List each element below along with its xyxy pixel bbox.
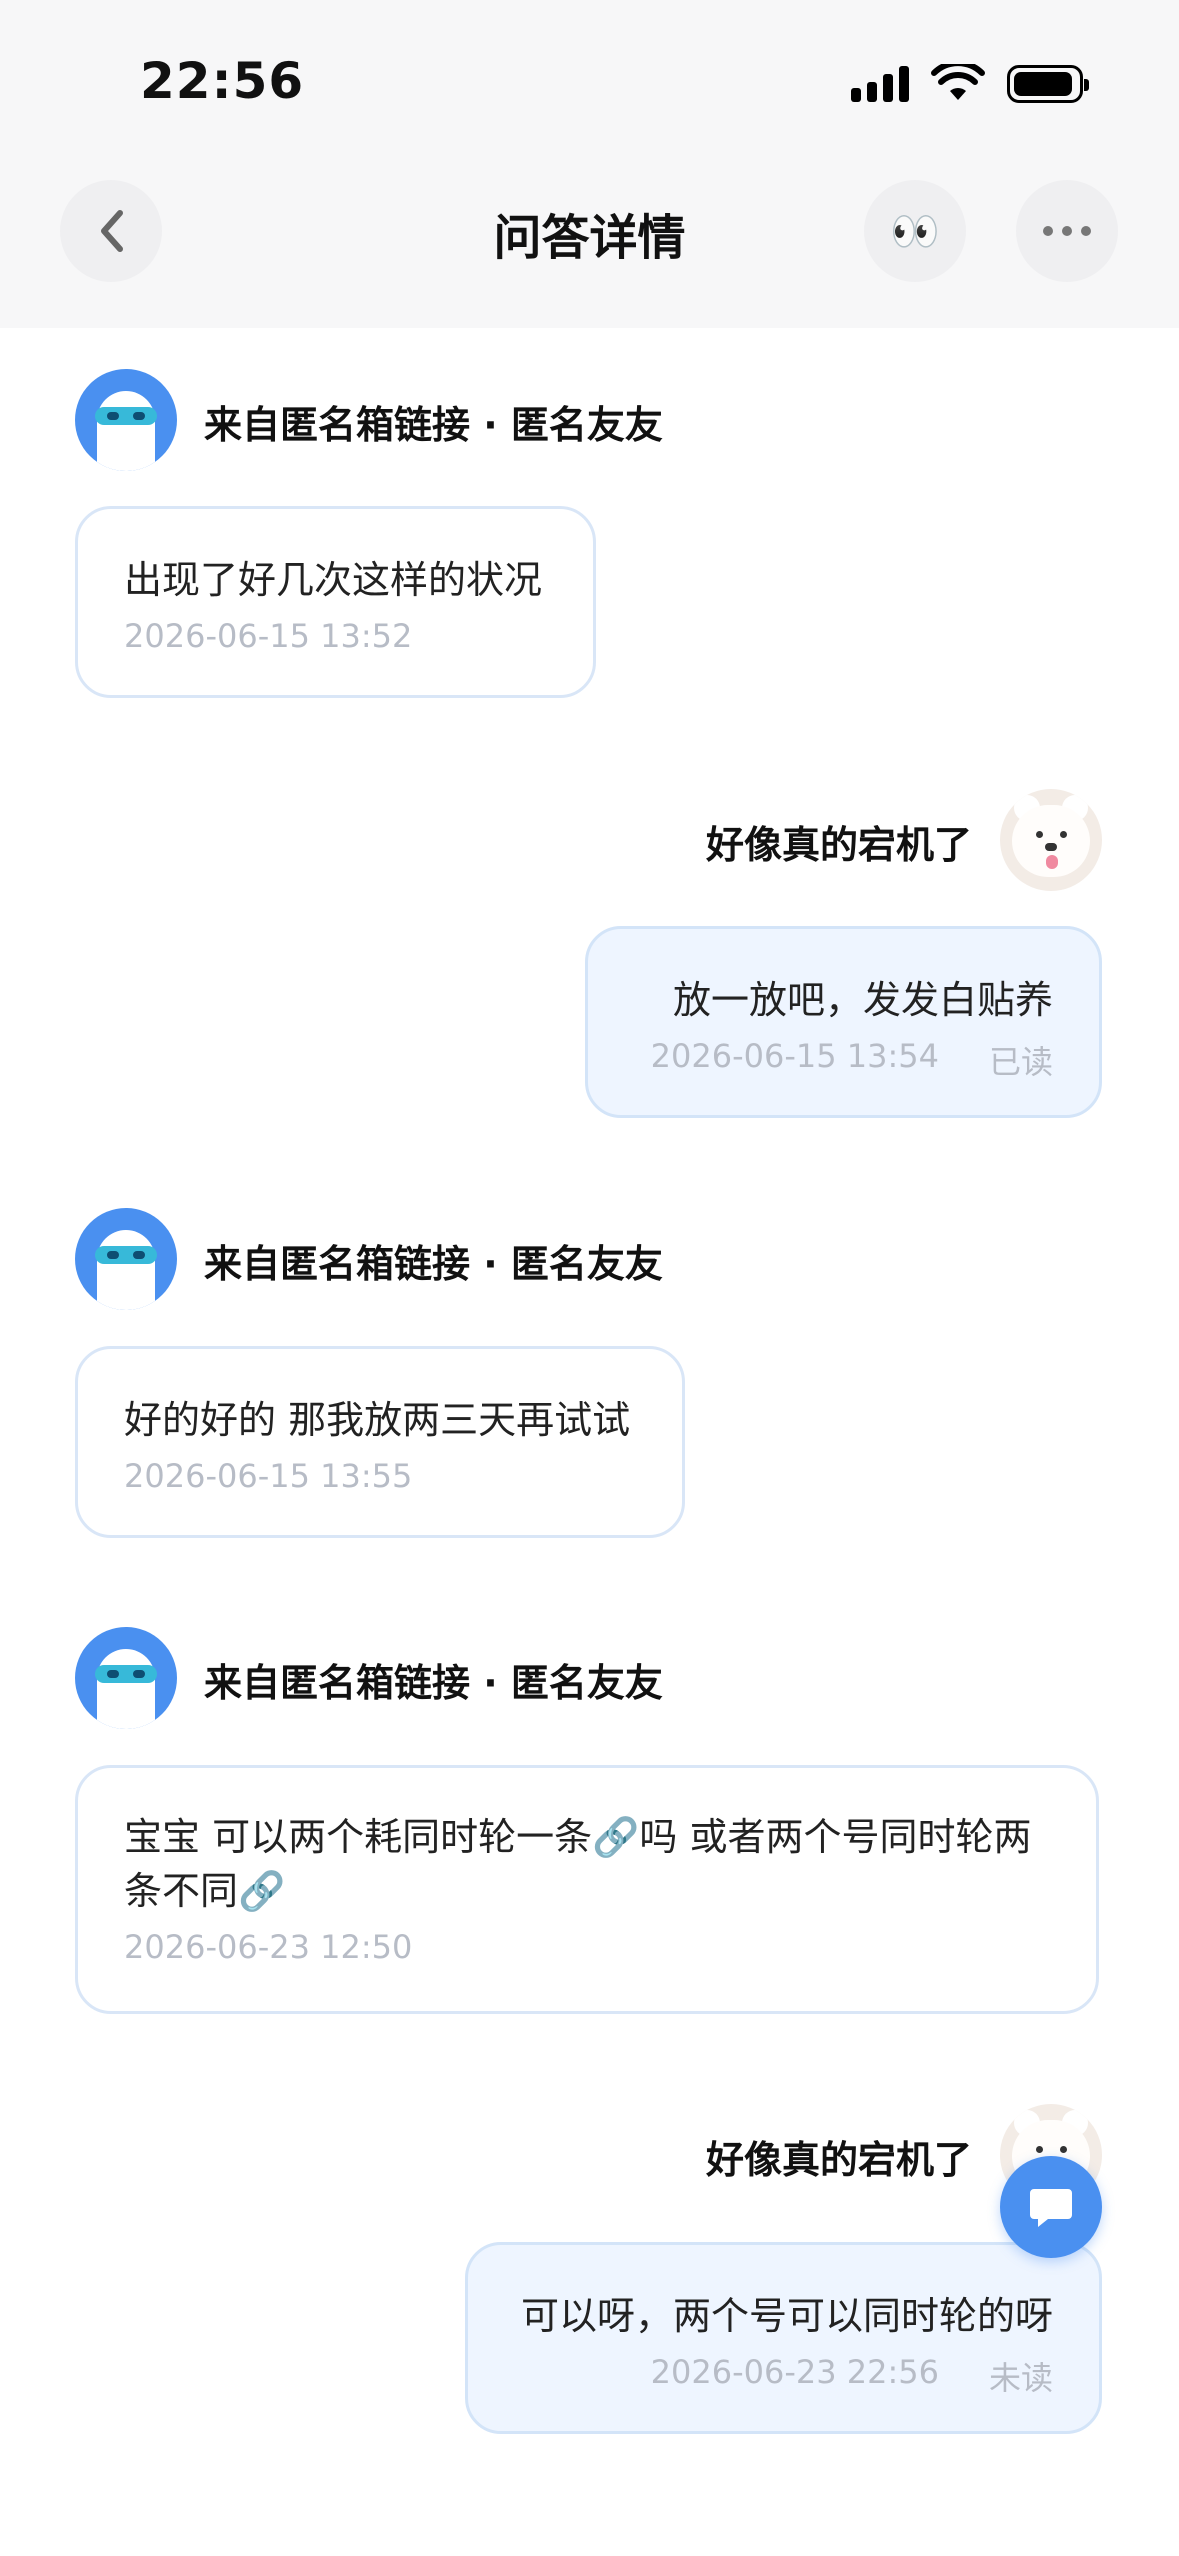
message-text: 宝宝 可以两个耗同时轮一条🔗吗 或者两个号同时轮两条不同🔗 (124, 1815, 1032, 1913)
status-icons (851, 64, 1089, 104)
anonymous-avatar[interactable] (75, 1627, 177, 1729)
chat-bubble-icon (1030, 2189, 1072, 2227)
anonymous-avatar[interactable] (75, 369, 177, 471)
user-avatar[interactable] (1000, 789, 1102, 891)
message-time: 2026-06-15 13:54 (650, 1037, 939, 1075)
message-time: 2026-06-15 13:55 (124, 1457, 413, 1495)
message-time: 2026-06-23 22:56 (650, 2353, 939, 2391)
message-text: 好的好的 那我放两三天再试试 (124, 1398, 631, 1442)
sender-name: 来自匿名箱链接 · 匿名友友 (204, 1661, 663, 1705)
read-status: 未读 (988, 2359, 1053, 2397)
eyes-icon: 👀 (890, 208, 940, 255)
status-time: 22:56 (140, 52, 305, 110)
sender-name: 好像真的宕机了 (705, 2138, 972, 2182)
mask-icon (95, 407, 157, 425)
message-text: 可以呀，两个号可以同时轮的呀 (520, 2294, 1053, 2338)
signal-icon (851, 66, 909, 102)
page-title: 问答详情 (493, 210, 686, 266)
more-dots-icon (1043, 226, 1091, 236)
eyes-button[interactable]: 👀 (864, 180, 966, 282)
sender-name: 好像真的宕机了 (705, 823, 972, 867)
message-text: 出现了好几次这样的状况 (124, 558, 543, 602)
message-bubble-mine[interactable]: 放一放吧，发发白贴养 2026-06-15 13:54 已读 (585, 926, 1102, 1118)
mask-icon (95, 1246, 157, 1264)
message-bubble[interactable]: 好的好的 那我放两三天再试试 2026-06-15 13:55 (75, 1346, 685, 1538)
message-bubble[interactable]: 宝宝 可以两个耗同时轮一条🔗吗 或者两个号同时轮两条不同🔗 2026-06-23… (75, 1765, 1099, 2014)
read-status: 已读 (988, 1043, 1053, 1081)
top-bar: 22:56 问答详情 👀 (0, 0, 1179, 328)
message-time: 2026-06-23 12:50 (124, 1928, 413, 1966)
message-text: 放一放吧，发发白贴养 (672, 978, 1053, 1022)
mask-icon (95, 1665, 157, 1683)
message-bubble[interactable]: 出现了好几次这样的状况 2026-06-15 13:52 (75, 506, 596, 698)
battery-icon (1007, 65, 1089, 103)
sender-name: 来自匿名箱链接 · 匿名友友 (204, 403, 663, 447)
message-time: 2026-06-15 13:52 (124, 617, 413, 655)
wifi-icon (931, 64, 985, 100)
anonymous-avatar[interactable] (75, 1208, 177, 1310)
message-bubble-mine[interactable]: 可以呀，两个号可以同时轮的呀 2026-06-23 22:56 未读 (465, 2242, 1102, 2434)
sender-name: 来自匿名箱链接 · 匿名友友 (204, 1242, 663, 1286)
more-button[interactable] (1016, 180, 1118, 282)
chat-button[interactable] (1000, 2156, 1102, 2258)
